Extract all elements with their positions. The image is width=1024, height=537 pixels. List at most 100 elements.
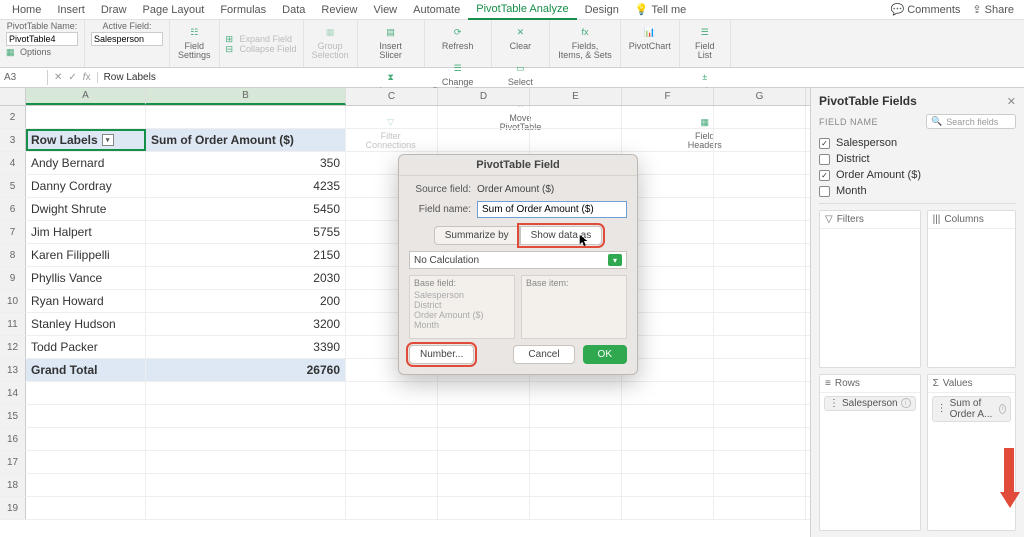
expand-field-button[interactable]: ⊞Expand Field	[226, 34, 297, 44]
field-item[interactable]: Salesperson	[819, 137, 1016, 149]
row-header[interactable]: 19	[0, 497, 26, 519]
row-header[interactable]: 15	[0, 405, 26, 427]
row-header[interactable]: 9	[0, 267, 26, 289]
table-row-label[interactable]: Karen Filippelli	[26, 244, 146, 266]
table-row-value[interactable]: 3200	[146, 313, 346, 335]
fields-items-sets-button[interactable]: fxFields, Items, & Sets	[556, 22, 614, 61]
rows-area[interactable]: ≡Rows ⋮Salespersoni	[819, 374, 921, 532]
row-header[interactable]: 3	[0, 129, 26, 151]
row-header[interactable]: 8	[0, 244, 26, 266]
row-header[interactable]: 14	[0, 382, 26, 404]
number-format-button[interactable]: Number...	[409, 345, 474, 364]
field-name-input[interactable]	[477, 201, 627, 218]
row-header[interactable]: 10	[0, 290, 26, 312]
table-row-value[interactable]: 350	[146, 152, 346, 174]
pivot-values-header[interactable]: Sum of Order Amount ($)	[146, 129, 346, 151]
table-row-label[interactable]: Andy Bernard	[26, 152, 146, 174]
share-button[interactable]: ⇪Share	[966, 1, 1020, 18]
row-header[interactable]: 4	[0, 152, 26, 174]
comments-button[interactable]: 💬Comments	[885, 1, 967, 18]
tab-automate[interactable]: Automate	[405, 1, 468, 19]
col-header-e[interactable]: E	[530, 88, 622, 105]
active-field-input[interactable]	[91, 32, 163, 46]
name-box[interactable]: A3	[0, 70, 48, 85]
pivotchart-button[interactable]: 📊PivotChart	[627, 22, 673, 52]
tab-insert[interactable]: Insert	[49, 1, 93, 19]
field-item[interactable]: District	[819, 153, 1016, 165]
tab-data[interactable]: Data	[274, 1, 313, 19]
checkbox-icon[interactable]	[819, 186, 830, 197]
row-header[interactable]: 11	[0, 313, 26, 335]
row-header[interactable]: 6	[0, 198, 26, 220]
table-row-label[interactable]: Todd Packer	[26, 336, 146, 358]
checkbox-icon[interactable]	[819, 138, 830, 149]
tab-pivottable-analyze[interactable]: PivotTable Analyze	[468, 0, 576, 20]
field-item[interactable]: Order Amount ($)	[819, 169, 1016, 181]
field-search-input[interactable]: 🔍Search fields	[926, 114, 1016, 129]
pivottable-name-input[interactable]	[6, 32, 78, 46]
collapse-field-button[interactable]: ⊟Collapse Field	[226, 44, 297, 54]
spreadsheet-grid[interactable]: A B C D E F G 23Row Labels▾Sum of Order …	[0, 88, 810, 537]
refresh-button[interactable]: ⟳Refresh	[431, 22, 485, 52]
row-header[interactable]: 7	[0, 221, 26, 243]
group-selection-button[interactable]: ▦Group Selection	[310, 22, 351, 61]
table-row-label[interactable]: Stanley Hudson	[26, 313, 146, 335]
cancel-formula-icon[interactable]: ✕	[54, 72, 62, 83]
ok-button[interactable]: OK	[583, 345, 627, 364]
tab-formulas[interactable]: Formulas	[212, 1, 274, 19]
info-icon[interactable]: i	[901, 398, 911, 408]
show-data-as-tab[interactable]: Show data as	[520, 226, 603, 245]
rows-pill-salesperson[interactable]: ⋮Salespersoni	[824, 396, 916, 411]
row-header[interactable]: 17	[0, 451, 26, 473]
tab-design[interactable]: Design	[577, 1, 627, 19]
clear-button[interactable]: ✕Clear	[498, 22, 544, 52]
formula-input[interactable]: Row Labels	[98, 70, 1024, 85]
col-header-a[interactable]: A	[26, 88, 146, 105]
field-settings-button[interactable]: ☷ Field Settings	[176, 22, 213, 61]
calculation-select[interactable]: No Calculation ▾	[409, 251, 627, 269]
table-row-label[interactable]: Danny Cordray	[26, 175, 146, 197]
summarize-by-tab[interactable]: Summarize by	[434, 226, 520, 245]
table-row-value[interactable]: 2030	[146, 267, 346, 289]
row-header[interactable]: 5	[0, 175, 26, 197]
checkbox-icon[interactable]	[819, 154, 830, 165]
table-row-value[interactable]: 5450	[146, 198, 346, 220]
options-button[interactable]: ▦Options	[6, 47, 78, 57]
tab-review[interactable]: Review	[313, 1, 365, 19]
tell-me[interactable]: 💡 Tell me	[627, 0, 694, 19]
row-header[interactable]: 16	[0, 428, 26, 450]
info-icon[interactable]: i	[999, 404, 1006, 414]
tab-view[interactable]: View	[365, 1, 405, 19]
grand-total-value[interactable]: 26760	[146, 359, 346, 381]
cancel-button[interactable]: Cancel	[513, 345, 574, 364]
tab-page-layout[interactable]: Page Layout	[135, 1, 213, 19]
filter-dropdown-icon[interactable]: ▾	[102, 134, 114, 146]
field-item[interactable]: Month	[819, 185, 1016, 197]
row-header[interactable]: 12	[0, 336, 26, 358]
col-header-g[interactable]: G	[714, 88, 806, 105]
col-header-d[interactable]: D	[438, 88, 530, 105]
table-row-label[interactable]: Jim Halpert	[26, 221, 146, 243]
row-header[interactable]: 18	[0, 474, 26, 496]
values-pill-sum[interactable]: ⋮Sum of Order A...i	[932, 396, 1011, 422]
pivot-row-labels-header[interactable]: Row Labels▾	[26, 129, 146, 151]
tab-home[interactable]: Home	[4, 1, 49, 19]
filters-area[interactable]: ▽Filters	[819, 210, 921, 368]
columns-area[interactable]: |||Columns	[927, 210, 1016, 368]
table-row-label[interactable]: Dwight Shrute	[26, 198, 146, 220]
enter-formula-icon[interactable]: ✓	[68, 72, 76, 83]
table-row-value[interactable]: 3390	[146, 336, 346, 358]
grand-total-label[interactable]: Grand Total	[26, 359, 146, 381]
col-header-c[interactable]: C	[346, 88, 438, 105]
col-header-f[interactable]: F	[622, 88, 714, 105]
fx-icon[interactable]: fx	[83, 72, 91, 83]
checkbox-icon[interactable]	[819, 170, 830, 181]
table-row-value[interactable]: 4235	[146, 175, 346, 197]
col-header-b[interactable]: B	[146, 88, 346, 105]
table-row-label[interactable]: Ryan Howard	[26, 290, 146, 312]
field-list-button[interactable]: ☰Field List	[686, 22, 724, 61]
table-row-value[interactable]: 200	[146, 290, 346, 312]
insert-slicer-button[interactable]: ▤Insert Slicer	[364, 22, 418, 61]
table-row-label[interactable]: Phyllis Vance	[26, 267, 146, 289]
table-row-value[interactable]: 2150	[146, 244, 346, 266]
